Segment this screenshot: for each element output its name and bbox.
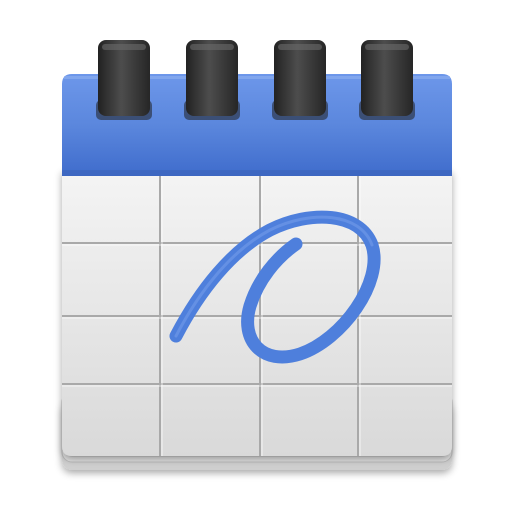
calendar-icon-graphic	[61, 40, 453, 470]
binder-ring	[184, 40, 240, 120]
binder-ring	[96, 40, 152, 120]
binder-ring	[272, 40, 328, 120]
binder-ring	[359, 40, 415, 120]
calendar-app-icon[interactable]	[0, 0, 512, 512]
calendar-page	[62, 170, 452, 456]
